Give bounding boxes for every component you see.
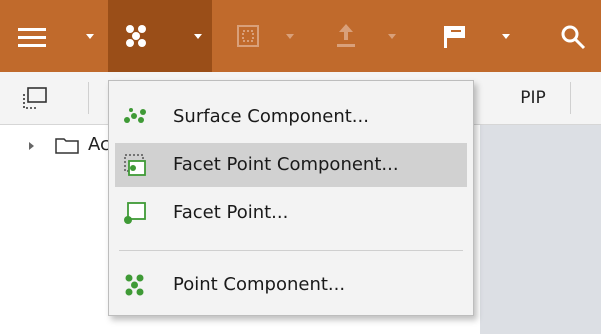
facet-point-icon xyxy=(124,202,146,224)
frame-select-button[interactable] xyxy=(220,0,310,72)
chevron-down-icon xyxy=(194,34,202,39)
tree-item-label: Ac xyxy=(88,134,110,155)
menu-item-facet-point[interactable]: Facet Point... xyxy=(115,191,467,235)
chevron-down-icon xyxy=(86,34,94,39)
point-component-menu: Surface Component... Facet Point Compone… xyxy=(108,80,474,316)
menu-item-surface-component[interactable]: Surface Component... xyxy=(115,95,467,139)
chevron-down-icon xyxy=(388,34,396,39)
upload-button[interactable] xyxy=(318,0,414,72)
flag-dropdown-button[interactable] xyxy=(424,0,516,72)
toolbar-divider xyxy=(88,82,89,114)
menu-item-label: Point Component... xyxy=(173,274,346,295)
menu-item-label: Surface Component... xyxy=(173,106,369,127)
menu-button[interactable] xyxy=(0,0,104,72)
facet-point-component-icon xyxy=(124,154,146,176)
chevron-right-icon[interactable] xyxy=(28,141,36,151)
menu-item-facet-point-component[interactable]: Facet Point Component... xyxy=(115,143,467,187)
upload-icon xyxy=(337,24,355,47)
menu-item-label: Facet Point Component... xyxy=(173,154,399,175)
viewport-panel xyxy=(480,125,601,334)
menu-item-point-component[interactable]: Point Component... xyxy=(115,263,467,307)
point-component-icon xyxy=(125,274,144,296)
chevron-down-icon xyxy=(502,34,510,39)
hamburger-menu-icon xyxy=(18,28,46,47)
frame-select-icon xyxy=(237,25,259,47)
point-component-dropdown-button[interactable] xyxy=(108,0,212,72)
flag-icon xyxy=(444,26,465,48)
point-component-icon xyxy=(126,25,146,47)
view-window-icon[interactable] xyxy=(22,86,52,112)
surface-component-icon xyxy=(124,108,146,123)
tree-panel: Ac xyxy=(0,125,120,334)
chevron-down-icon xyxy=(286,34,294,39)
menu-divider xyxy=(119,250,463,251)
menu-item-label: Facet Point... xyxy=(173,202,289,223)
main-toolbar xyxy=(0,0,601,72)
search-button[interactable] xyxy=(548,0,601,72)
folder-icon xyxy=(55,138,79,154)
pip-tab[interactable]: PIP xyxy=(496,72,570,124)
toolbar-divider xyxy=(570,82,571,114)
search-icon xyxy=(561,25,586,50)
